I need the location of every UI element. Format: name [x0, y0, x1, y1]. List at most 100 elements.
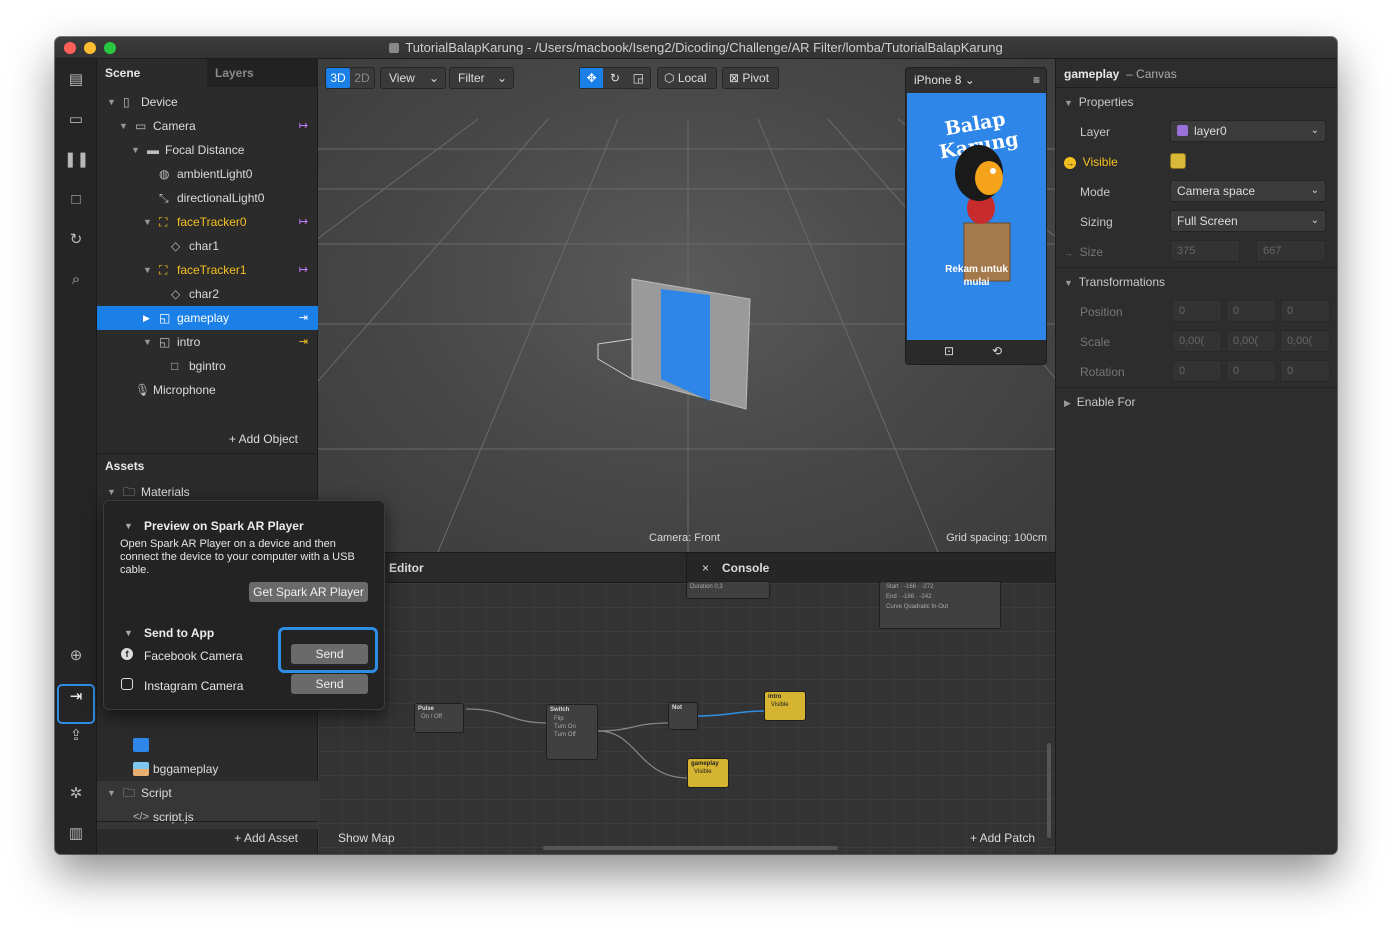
- node-animation[interactable]: Start · -166 · -272 End · -166 · -242 Cu…: [879, 581, 1001, 629]
- link-icon[interactable]: ↦: [299, 114, 308, 138]
- visible-checkbox[interactable]: [1170, 153, 1186, 169]
- chevron-down-icon: ⌄: [496, 71, 507, 85]
- tree-item-gameplay[interactable]: ▶ ◱ gameplay ⇥: [97, 306, 318, 330]
- grid-spacing-label: Grid spacing: 100cm: [946, 532, 1047, 544]
- section-properties[interactable]: ▼ Properties: [1064, 95, 1133, 109]
- tree-item-char1[interactable]: ◇ char1: [97, 234, 318, 258]
- mode-2d-button[interactable]: 2D: [350, 68, 374, 88]
- get-spark-ar-player-button[interactable]: Get Spark AR Player: [249, 582, 368, 602]
- layout-icon[interactable]: ▤: [64, 69, 88, 91]
- asset-item-bggameplay[interactable]: bggameplay: [97, 757, 318, 781]
- asset-item-script-folder[interactable]: ▼ 🗀 Script: [97, 781, 318, 805]
- layer-dropdown[interactable]: layer0 ⌄: [1170, 120, 1326, 142]
- tab-layers[interactable]: Layers: [207, 59, 317, 87]
- zoom-window-button[interactable]: [104, 42, 116, 54]
- visible-label[interactable]: → Visible: [1064, 155, 1118, 169]
- rotation-y-field[interactable]: 0: [1226, 360, 1276, 382]
- mesh-icon: ◇: [171, 239, 181, 253]
- scale-tool-icon[interactable]: ◲: [627, 68, 650, 88]
- position-z-field[interactable]: 0: [1280, 300, 1330, 322]
- tree-item-device[interactable]: ▼ ▯ Device: [97, 90, 318, 114]
- send-instagram-button[interactable]: Send: [291, 674, 368, 694]
- position-y-field[interactable]: 0: [1226, 300, 1276, 322]
- horizontal-scrollbar[interactable]: [543, 846, 838, 850]
- node-gameplay[interactable]: gameplay Visible: [687, 758, 729, 788]
- search-icon[interactable]: ⌕: [64, 269, 88, 291]
- collapse-icon[interactable]: ▼: [124, 628, 133, 638]
- bug-icon[interactable]: ✲: [64, 783, 88, 805]
- tab-scene[interactable]: Scene: [97, 59, 207, 87]
- size-height-field[interactable]: 667: [1256, 240, 1326, 262]
- tree-item-camera[interactable]: ▼ ▭ Camera ↦: [97, 114, 318, 138]
- mode-3d-button[interactable]: 3D: [326, 68, 350, 88]
- preview-section-title: Preview on Spark AR Player: [144, 519, 304, 533]
- node-pulse[interactable]: Pulse On / Off: [414, 703, 464, 733]
- scene-panel: Scene Layers ▼ ▯ Device ▼ ▭ Camera ↦ ▼ ▬ Focal …: [97, 59, 318, 854]
- scale-z-field[interactable]: 0,00(: [1280, 330, 1330, 352]
- position-x-field[interactable]: 0: [1172, 300, 1222, 322]
- add-patch-button[interactable]: + Add Patch: [970, 831, 1035, 845]
- tree-item-microphone[interactable]: 🎙 Microphone: [97, 378, 318, 402]
- show-map-button[interactable]: Show Map: [338, 831, 395, 845]
- link-icon[interactable]: ⇥: [299, 306, 308, 330]
- viewport[interactable]: 3D 2D View ⌄ Filter ⌄ ✥ ↻ ◲ ⬡ Local ⊠ Pivot i…: [318, 59, 1055, 552]
- globe-icon: ◍: [159, 167, 170, 181]
- view-dropdown[interactable]: View ⌄: [380, 67, 446, 89]
- vertical-scrollbar[interactable]: [1047, 743, 1051, 838]
- tree-item-char2[interactable]: ◇ char2: [97, 282, 318, 306]
- sizing-dropdown[interactable]: Full Screen ⌄: [1170, 210, 1326, 232]
- rotation-z-field[interactable]: 0: [1280, 360, 1330, 382]
- size-width-field[interactable]: 375: [1170, 240, 1240, 262]
- local-button[interactable]: ⬡ Local: [657, 67, 717, 89]
- add-object-button[interactable]: + Add Object: [97, 424, 318, 454]
- rotate-device-icon[interactable]: ⟲: [992, 344, 1002, 358]
- tree-item-facetracker0[interactable]: ▼ ⛶ faceTracker0 ↦: [97, 210, 318, 234]
- device-dropdown[interactable]: iPhone 8 ⌄ ≡: [906, 68, 1046, 92]
- node-intro[interactable]: intro Visible: [764, 691, 806, 721]
- stop-icon[interactable]: □: [64, 189, 88, 211]
- scale-y-field[interactable]: 0,00(: [1226, 330, 1276, 352]
- tree-item-intro[interactable]: ▼ ◱ intro ⇥: [97, 330, 318, 354]
- chevron-down-icon: ⌄: [1310, 215, 1319, 226]
- pivot-button[interactable]: ⊠ Pivot: [722, 67, 779, 89]
- asset-item-bgintro-partial[interactable]: [97, 733, 318, 757]
- tree-item-ambient-light[interactable]: ◍ ambientLight0: [97, 162, 318, 186]
- move-tool-icon[interactable]: ✥: [580, 68, 604, 88]
- rotate-tool-icon[interactable]: ↻: [603, 68, 626, 88]
- scale-x-field[interactable]: 0,00(: [1172, 330, 1222, 352]
- tree-item-directional-light[interactable]: ⤡ directionalLight0: [97, 186, 318, 210]
- record-caption: Rekam untuk mulai: [945, 264, 1008, 288]
- link-icon[interactable]: ⇥: [299, 330, 308, 354]
- add-asset-button[interactable]: + Add Asset: [97, 821, 318, 854]
- plus-icon: +: [969, 831, 980, 845]
- collapse-icon[interactable]: ▼: [124, 521, 133, 531]
- video-icon[interactable]: ▭: [64, 109, 88, 131]
- send-section-title: Send to App: [144, 626, 215, 640]
- tree-item-bgintro[interactable]: □ bgintro: [97, 354, 318, 378]
- import-icon[interactable]: ⊕: [64, 645, 88, 667]
- node-not[interactable]: Not: [668, 702, 698, 730]
- node-duration[interactable]: Duration 0,3: [686, 581, 770, 599]
- rectangle-icon: □: [171, 359, 179, 373]
- tree-item-focal-distance[interactable]: ▼ ▬ Focal Distance: [97, 138, 318, 162]
- filter-dropdown[interactable]: Filter ⌄: [449, 67, 514, 89]
- mesh-icon: ◇: [171, 287, 181, 301]
- upload-icon[interactable]: ⇪: [64, 725, 88, 747]
- node-switch[interactable]: Switch Flip Turn On Turn Off: [546, 704, 598, 760]
- tree-item-facetracker1[interactable]: ▼ ⛶ faceTracker1 ↦: [97, 258, 318, 282]
- docs-icon[interactable]: ▥: [64, 823, 88, 845]
- link-icon[interactable]: ↦: [299, 258, 308, 282]
- face-tracker-icon: ⛶: [159, 263, 168, 277]
- mode-dropdown[interactable]: Camera space ⌄: [1170, 180, 1326, 202]
- section-transformations[interactable]: ▼ Transformations: [1064, 275, 1165, 289]
- app-window: TutorialBalapKarung - /Users/macbook/Ise…: [55, 37, 1337, 854]
- section-enable-for[interactable]: ▶ Enable For: [1064, 395, 1135, 409]
- rotation-x-field[interactable]: 0: [1172, 360, 1222, 382]
- screenshot-icon[interactable]: ⊡: [944, 344, 954, 358]
- pause-icon[interactable]: ❚❚: [64, 149, 89, 171]
- close-window-button[interactable]: [64, 42, 76, 54]
- link-icon[interactable]: ↦: [299, 210, 308, 234]
- refresh-icon[interactable]: ↻: [64, 229, 88, 251]
- minimize-window-button[interactable]: [84, 42, 96, 54]
- menu-icon[interactable]: ≡: [1033, 68, 1040, 92]
